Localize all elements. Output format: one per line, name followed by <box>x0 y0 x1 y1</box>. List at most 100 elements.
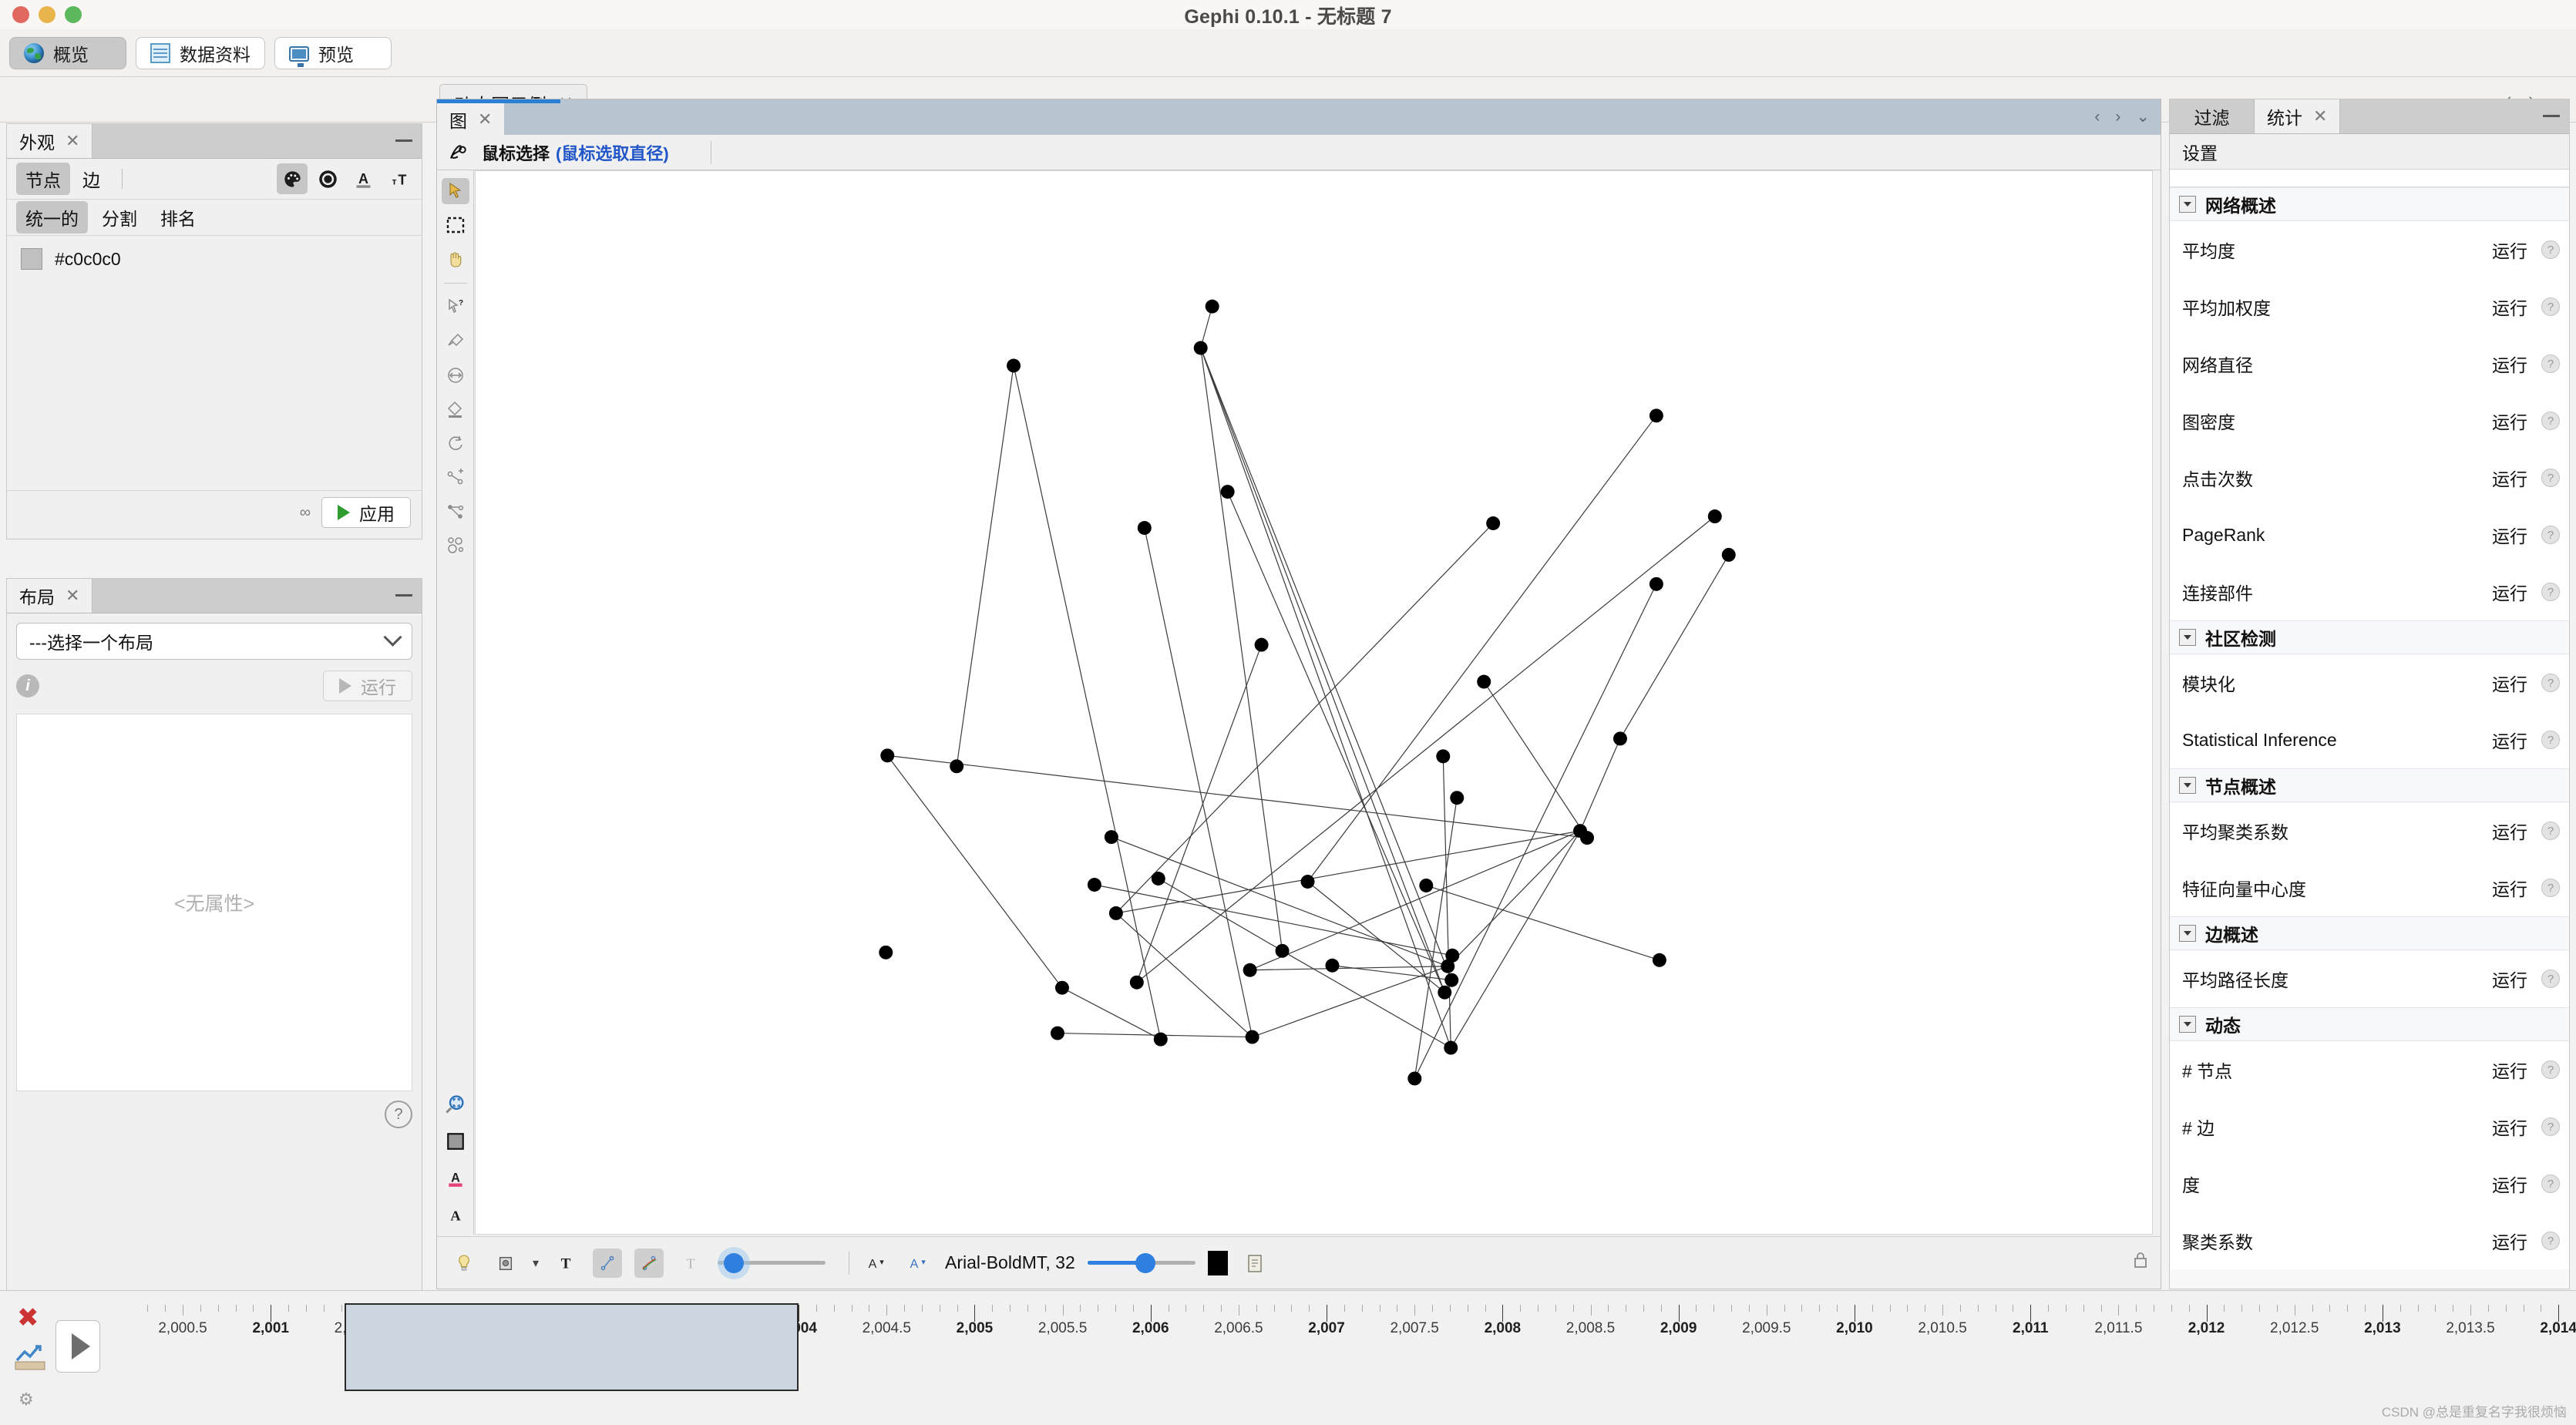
run-statistic-button[interactable]: 运行 <box>2492 966 2527 992</box>
label-adjust-icon[interactable] <box>1240 1249 1270 1278</box>
chevron-down-icon[interactable] <box>2179 629 2196 646</box>
decrease-font-icon[interactable]: A ▾ <box>862 1249 891 1278</box>
graph-node[interactable] <box>1245 1030 1259 1044</box>
statistics-group-header[interactable]: 节点概述 <box>2170 768 2569 802</box>
node-info-icon[interactable]: ? <box>442 294 469 321</box>
label-size-icon[interactable]: тT <box>383 163 414 194</box>
graph-edge[interactable] <box>956 365 1014 767</box>
background-color-icon[interactable] <box>442 1128 469 1154</box>
graph-edge[interactable] <box>1115 912 1253 1037</box>
graph-edge[interactable] <box>1158 878 1283 952</box>
graph-node[interactable] <box>1441 959 1455 973</box>
minimize-icon[interactable] <box>395 594 412 597</box>
graph-edge[interactable] <box>1061 987 1162 1040</box>
edge-label-icon[interactable]: T <box>676 1249 705 1278</box>
info-icon[interactable]: i <box>16 674 39 697</box>
graph-edge[interactable] <box>1200 348 1452 980</box>
graph-node[interactable] <box>1477 674 1491 689</box>
graph-edge[interactable] <box>1414 583 1657 1079</box>
graph-edge[interactable] <box>1619 554 1730 739</box>
graph-node[interactable] <box>1193 341 1208 355</box>
add-edge-icon[interactable] <box>442 464 469 490</box>
graph-node[interactable] <box>1438 985 1452 1000</box>
color-swatch[interactable] <box>21 248 42 270</box>
graph-edge[interactable] <box>1200 348 1451 1048</box>
lock-icon[interactable] <box>2133 1251 2148 1275</box>
apply-button[interactable]: 应用 <box>321 497 411 528</box>
appearance-mode-ranking[interactable]: 排名 <box>151 201 205 234</box>
edge-visibility-icon[interactable] <box>593 1248 623 1278</box>
run-statistic-button[interactable]: 运行 <box>2492 294 2527 320</box>
workspace-tab-data-lab[interactable]: 数据资料 <box>136 36 265 69</box>
graph-node[interactable] <box>1087 878 1101 892</box>
timeline-selection[interactable] <box>345 1303 799 1391</box>
graph-node[interactable] <box>1486 516 1501 530</box>
help-icon[interactable]: ? <box>2541 1232 2560 1250</box>
help-icon[interactable]: ? <box>2541 822 2560 840</box>
tab-statistics[interactable]: 统计 ✕ <box>2255 99 2341 133</box>
minimize-icon[interactable] <box>2543 115 2560 117</box>
run-statistic-button[interactable]: 运行 <box>2492 351 2527 377</box>
graph-node[interactable] <box>880 748 895 763</box>
edit-edge-icon[interactable] <box>442 498 469 524</box>
close-icon[interactable]: ✕ <box>2313 106 2327 126</box>
help-icon[interactable]: ? <box>2541 879 2560 897</box>
graph-edge[interactable] <box>1252 966 1448 1038</box>
graph-node[interactable] <box>1436 749 1451 764</box>
chevron-down-icon[interactable] <box>2179 925 2196 942</box>
graph-node[interactable] <box>1054 980 1069 995</box>
graph-node[interactable] <box>1151 872 1165 886</box>
edge-thickness-slider[interactable] <box>718 1252 826 1273</box>
chain-link-icon[interactable]: ∞ <box>300 504 311 522</box>
chevron-right-icon[interactable]: › <box>2115 108 2120 126</box>
paint-bucket-icon[interactable] <box>442 396 469 422</box>
help-icon[interactable]: ? <box>2541 731 2560 749</box>
graph-node[interactable] <box>1243 963 1257 977</box>
graph-edge[interactable] <box>1282 950 1451 1049</box>
run-statistic-button[interactable]: 运行 <box>2492 1114 2527 1140</box>
edge-color-icon[interactable] <box>634 1248 664 1278</box>
close-icon[interactable]: ✕ <box>66 131 79 151</box>
help-icon[interactable]: ? <box>2541 355 2560 373</box>
graph-edge[interactable] <box>1144 527 1253 1037</box>
graph-edge[interactable] <box>1200 348 1283 951</box>
help-icon[interactable]: ? <box>2541 469 2560 487</box>
graph-node[interactable] <box>1153 1032 1168 1047</box>
appearance-mode-partition[interactable]: 分割 <box>92 201 146 234</box>
run-statistic-button[interactable]: 运行 <box>2492 727 2527 753</box>
label-font-icon[interactable]: A <box>442 1202 469 1228</box>
show-labels-icon[interactable] <box>449 1249 479 1278</box>
workspace-tab-overview[interactable]: 概览 <box>9 36 126 69</box>
node-labels-text-icon[interactable]: T <box>551 1249 580 1278</box>
run-statistic-button[interactable]: 运行 <box>2492 818 2527 844</box>
close-timeline-icon[interactable]: ✖ <box>17 1305 39 1331</box>
graph-node[interactable] <box>1300 875 1315 889</box>
help-icon[interactable]: ? <box>2541 970 2560 988</box>
graph-edge[interactable] <box>1094 884 1453 956</box>
group-nodes-icon[interactable] <box>442 532 469 558</box>
graph-node[interactable] <box>1007 358 1021 373</box>
graph-canvas[interactable] <box>475 170 2153 1235</box>
graph-node[interactable] <box>1220 485 1235 499</box>
help-icon[interactable]: ? <box>385 1101 412 1128</box>
graph-node[interactable] <box>1275 943 1290 958</box>
help-icon[interactable]: ? <box>2541 240 2560 259</box>
statistics-group-header[interactable]: 边概述 <box>2170 916 2569 950</box>
help-icon[interactable]: ? <box>2541 1060 2560 1079</box>
gear-icon[interactable]: ⚙ <box>18 1390 34 1410</box>
graph-node[interactable] <box>950 759 964 774</box>
paint-brush-icon[interactable] <box>442 328 469 355</box>
close-icon[interactable]: ✕ <box>66 586 79 606</box>
graph-node[interactable] <box>1721 547 1736 562</box>
layout-select[interactable]: ---选择一个布局 <box>16 623 412 660</box>
run-statistic-button[interactable]: 运行 <box>2492 408 2527 434</box>
chart-icon[interactable] <box>14 1345 46 1371</box>
statistics-group-header[interactable]: 社区检测 <box>2170 620 2569 654</box>
help-icon[interactable]: ? <box>2541 412 2560 430</box>
run-statistic-button[interactable]: 运行 <box>2492 237 2527 263</box>
graph-edge[interactable] <box>1307 415 1657 882</box>
graph-node[interactable] <box>1407 1071 1422 1086</box>
graph-node[interactable] <box>1050 1026 1064 1040</box>
graph-edge[interactable] <box>1442 756 1451 1048</box>
chevron-down-icon[interactable] <box>2179 777 2196 794</box>
